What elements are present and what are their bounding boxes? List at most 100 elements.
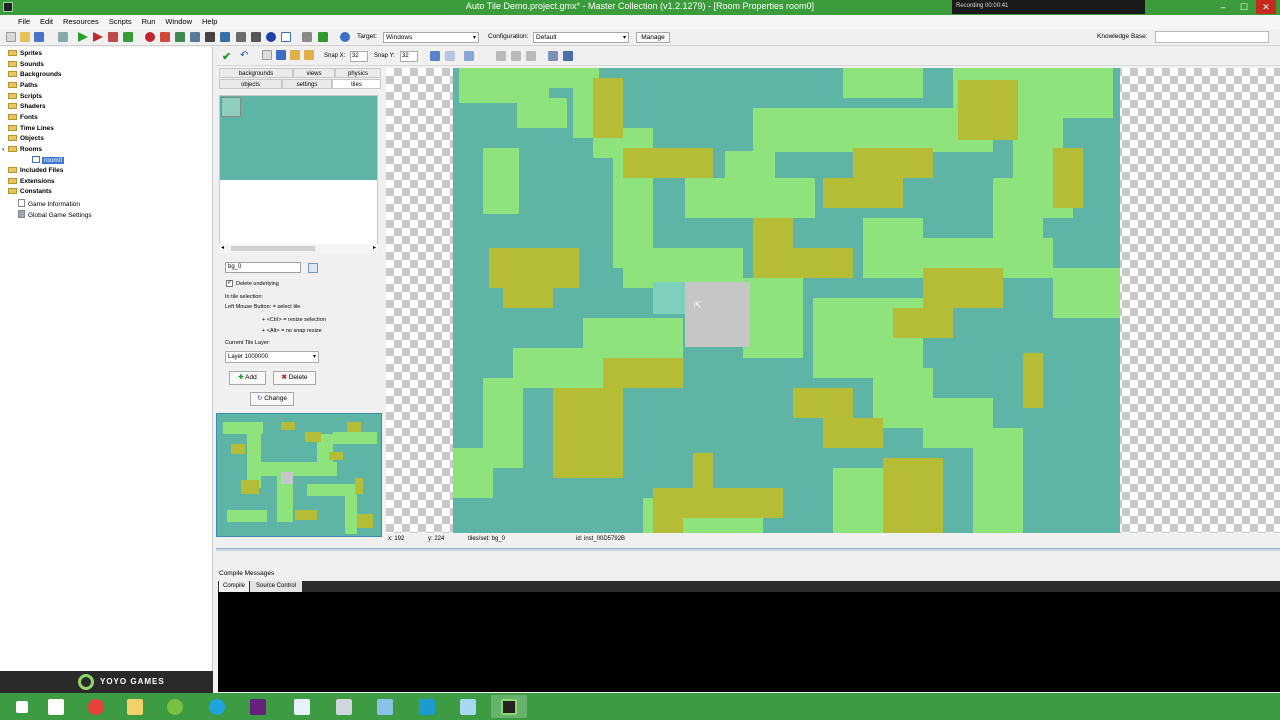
tab-tiles[interactable]: tiles: [332, 79, 381, 89]
tree-folder-fonts[interactable]: Fonts: [8, 114, 38, 124]
tree-folder-extensions[interactable]: Extensions: [8, 178, 55, 188]
snap-y-input[interactable]: 32: [400, 51, 418, 62]
close-button[interactable]: ✕: [1256, 0, 1276, 14]
taskbar-calculator[interactable]: [326, 695, 362, 718]
scrollbar-thumb[interactable]: [231, 246, 315, 251]
tree-item-game-information[interactable]: Game Information: [18, 199, 80, 209]
add-extension-icon[interactable]: [318, 32, 328, 42]
isometric-icon[interactable]: [445, 51, 455, 61]
path-icon[interactable]: [190, 32, 200, 42]
taskbar-skype[interactable]: [199, 695, 235, 718]
sort-y-icon[interactable]: [304, 50, 314, 60]
tab-settings[interactable]: settings: [282, 79, 332, 89]
room-canvas[interactable]: ⇱: [386, 68, 1280, 533]
tree-folder-constants[interactable]: Constants: [8, 188, 52, 198]
open-project-icon[interactable]: [20, 32, 30, 42]
taskbar-twitter[interactable]: [409, 695, 445, 718]
menu-file[interactable]: File: [14, 15, 34, 26]
clean-icon[interactable]: [123, 32, 133, 42]
tab-physics[interactable]: physics: [335, 68, 381, 78]
room-tile-area[interactable]: [453, 68, 1120, 533]
confirm-icon[interactable]: ✔: [222, 50, 231, 63]
zoom-in-icon[interactable]: [511, 51, 521, 61]
font-icon[interactable]: [236, 32, 246, 42]
sound-icon[interactable]: [160, 32, 170, 42]
start-button[interactable]: [4, 695, 40, 718]
menu-resources[interactable]: Resources: [59, 15, 103, 26]
grid-toggle-icon[interactable]: [430, 51, 440, 61]
tree-item-global-game-settings[interactable]: Global Game Settings: [18, 210, 92, 220]
taskbar-gamemaker[interactable]: [491, 695, 527, 718]
background-icon[interactable]: [175, 32, 185, 42]
knowledge-base-input[interactable]: [1155, 31, 1269, 43]
maximize-button[interactable]: ☐: [1234, 0, 1254, 14]
tab-objects[interactable]: objects: [219, 79, 282, 89]
tree-item-room0[interactable]: room0: [32, 156, 65, 166]
menu-run[interactable]: Run: [138, 15, 160, 26]
tab-backgrounds[interactable]: backgrounds: [219, 68, 293, 78]
taskbar-spotify[interactable]: [157, 695, 193, 718]
tree-folder-paths[interactable]: Paths: [8, 82, 38, 92]
save-icon[interactable]: [34, 32, 44, 42]
taskbar-app[interactable]: [450, 695, 486, 718]
stop-icon[interactable]: [108, 32, 118, 42]
scroll-left-icon[interactable]: ◂: [221, 244, 224, 251]
delete-layer-button[interactable]: ✖ Delete: [273, 371, 316, 385]
tree-folder-sprites[interactable]: Sprites: [8, 50, 42, 60]
delete-underlying-checkbox[interactable]: ✓: [226, 280, 233, 287]
taskbar-network[interactable]: [367, 695, 403, 718]
taskbar-store[interactable]: [38, 695, 74, 718]
zoom-out-icon[interactable]: [496, 51, 506, 61]
view-icon[interactable]: [548, 51, 558, 61]
undo-icon[interactable]: ↶: [240, 50, 248, 61]
scroll-right-icon[interactable]: ▸: [373, 244, 376, 251]
tileset-scrollbar[interactable]: ◂ ▸: [219, 244, 378, 253]
sort-x-icon[interactable]: [290, 50, 300, 60]
taskbar-explorer[interactable]: [117, 695, 153, 718]
change-layer-button[interactable]: ↻ Change: [250, 392, 294, 406]
background-name-field[interactable]: bg_0: [225, 262, 301, 273]
room-minimap[interactable]: [216, 413, 382, 537]
taskbar-chrome[interactable]: [78, 695, 114, 718]
tab-views[interactable]: views: [293, 68, 335, 78]
debug-icon[interactable]: [93, 32, 103, 42]
tab-compile[interactable]: Compile: [219, 581, 249, 592]
script-icon[interactable]: [205, 32, 215, 42]
tree-folder-time-lines[interactable]: Time Lines: [8, 125, 54, 135]
sprite-icon[interactable]: [145, 32, 155, 42]
shift-room-icon[interactable]: [276, 50, 286, 60]
zoom-reset-icon[interactable]: [526, 51, 536, 61]
menu-scripts[interactable]: Scripts: [105, 15, 136, 26]
browse-background-icon[interactable]: [308, 263, 318, 273]
show-options-icon[interactable]: [464, 51, 474, 61]
clear-room-icon[interactable]: [262, 50, 272, 60]
tree-folder-scripts[interactable]: Scripts: [8, 93, 42, 103]
menu-edit[interactable]: Edit: [36, 15, 57, 26]
shader-icon[interactable]: [220, 32, 230, 42]
room-icon[interactable]: [281, 32, 291, 42]
timeline-icon[interactable]: [251, 32, 261, 42]
object-icon[interactable]: [266, 32, 276, 42]
tileset-preview[interactable]: [219, 95, 378, 245]
tree-folder-rooms[interactable]: ▾ Rooms: [2, 146, 42, 156]
settings-icon[interactable]: [563, 51, 573, 61]
tree-folder-sounds[interactable]: Sounds: [8, 61, 44, 71]
run-icon[interactable]: [78, 32, 88, 42]
menu-window[interactable]: Window: [161, 15, 196, 26]
tree-folder-backgrounds[interactable]: Backgrounds: [8, 71, 62, 81]
tree-folder-shaders[interactable]: Shaders: [8, 103, 46, 113]
help-icon[interactable]: [340, 32, 350, 42]
selected-tile[interactable]: [221, 97, 241, 117]
minimize-button[interactable]: –: [1213, 0, 1233, 14]
taskbar-window[interactable]: [284, 695, 320, 718]
add-layer-button[interactable]: ✚ Add: [229, 371, 266, 385]
create-executable-icon[interactable]: [58, 32, 68, 42]
snap-x-input[interactable]: 32: [350, 51, 368, 62]
splitter[interactable]: [216, 548, 1280, 551]
tab-source-control[interactable]: Source Control: [250, 581, 302, 592]
manage-button[interactable]: Manage: [636, 32, 670, 43]
tile-layer-select[interactable]: Layer 1000000 ▾: [225, 351, 319, 363]
menu-help[interactable]: Help: [198, 15, 221, 26]
taskbar-visual-studio[interactable]: [240, 695, 276, 718]
tree-folder-included-files[interactable]: Included Files: [8, 167, 63, 177]
